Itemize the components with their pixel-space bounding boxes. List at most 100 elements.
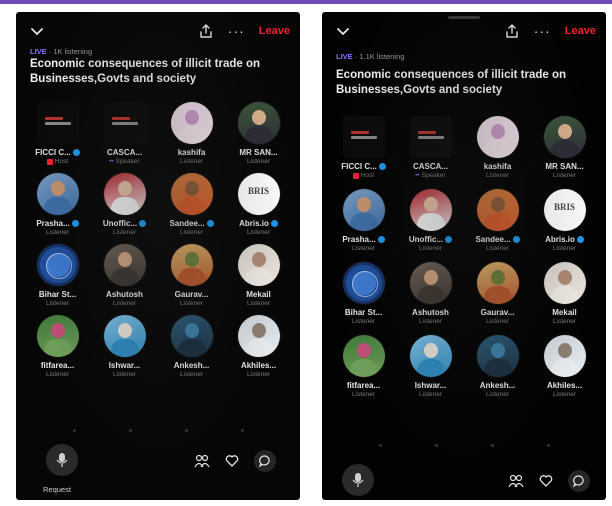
participant-name-row: Sandee...	[475, 235, 520, 244]
heart-icon[interactable]	[538, 473, 554, 489]
mic-icon[interactable]	[46, 444, 78, 476]
avatar	[170, 173, 213, 215]
chat-icon[interactable]	[568, 470, 590, 492]
participant-role: Listener	[179, 158, 204, 165]
chat-icon[interactable]	[254, 450, 276, 472]
participant-card[interactable]: fitfarea... Listener	[330, 335, 397, 398]
participant-card[interactable]: FICCI C... Host	[24, 102, 91, 165]
participant-card[interactable]: Bihar St... Listener	[24, 244, 91, 307]
participant-card[interactable]: Ankesh... Listener	[158, 315, 225, 378]
participant-grid: FICCI C... Host CASCA... •• Speaker kashifa Li…	[330, 116, 600, 398]
participant-card[interactable]: CASCA... •• Speaker	[397, 116, 464, 179]
more-icon[interactable]: ···	[534, 24, 551, 38]
participant-name-row: Mekail	[246, 290, 270, 299]
participant-name-row: Bihar St...	[39, 290, 76, 299]
share-icon[interactable]	[504, 23, 520, 39]
participant-card[interactable]: CASCA... •• Speaker	[91, 102, 158, 165]
avatar	[476, 335, 519, 377]
space-panel-left: ··· Leave LIVE · 1K listening Economic c…	[16, 12, 300, 500]
participant-card[interactable]: kashifa Listener	[464, 116, 531, 179]
participant-name: fitfarea...	[40, 361, 75, 370]
participant-name: Gaurav...	[174, 290, 209, 299]
participant-card[interactable]: Mekail Listener	[225, 244, 292, 307]
participant-name: Mekail	[246, 290, 271, 299]
participant-name-row: Abris.io	[545, 235, 584, 244]
participant-card[interactable]: FICCI C... Host	[330, 116, 397, 179]
avatar	[342, 116, 385, 158]
participant-role: Listener	[485, 318, 510, 325]
participant-role: Listener	[246, 300, 271, 307]
participant-card[interactable]: Unoffic... Listener	[91, 173, 158, 236]
space-header: ··· Leave	[16, 22, 300, 42]
participant-role-row: Listener	[352, 391, 375, 398]
participant-card[interactable]: Ashutosh Listener	[397, 262, 464, 325]
participant-name-row: Unoffic...	[409, 235, 453, 244]
participant-card[interactable]: Bihar St... Listener	[330, 262, 397, 325]
participant-card[interactable]: Gaurav... Listener	[158, 244, 225, 307]
avatar	[476, 262, 519, 304]
chevron-down-icon[interactable]	[28, 22, 46, 40]
participant-name: Abris.io	[545, 235, 575, 244]
participant-name: MR SAN...	[545, 162, 584, 171]
participant-name: kashifa	[483, 162, 512, 171]
verified-badge-icon	[206, 220, 214, 227]
verified-badge-icon	[139, 220, 147, 227]
participant-role: Listener	[552, 391, 577, 398]
participant-card[interactable]: fitfarea... Listener	[24, 315, 91, 378]
participant-card[interactable]: MR SAN... Listener	[531, 116, 598, 179]
participant-card[interactable]: Prasha... Listener	[330, 189, 397, 252]
participant-card[interactable]: Prasha... Listener	[24, 173, 91, 236]
participant-card[interactable]: MR SAN... Listener	[225, 102, 292, 165]
participant-card[interactable]: BRIS Abris.io Listener	[225, 173, 292, 236]
leave-button[interactable]: Leave	[259, 25, 290, 37]
participant-role-row: Listener	[46, 229, 69, 236]
leave-button[interactable]: Leave	[565, 25, 596, 37]
participant-name: Akhiles...	[546, 381, 583, 390]
participant-card[interactable]: Unoffic... Listener	[397, 189, 464, 252]
participant-card[interactable]: Akhiles... Listener	[225, 315, 292, 378]
people-icon[interactable]	[508, 473, 524, 489]
participant-name: Akhiles...	[240, 361, 277, 370]
participant-card[interactable]: Mekail Listener	[531, 262, 598, 325]
participant-role: Speaker	[421, 172, 446, 179]
participant-role: Listener	[351, 318, 376, 325]
people-icon[interactable]	[194, 453, 210, 469]
drag-handle[interactable]	[448, 16, 480, 19]
participant-role: Listener	[45, 229, 70, 236]
participant-name: Sandee...	[475, 235, 511, 244]
mic-icon[interactable]	[342, 464, 374, 496]
participant-card[interactable]: Ashutosh Listener	[91, 244, 158, 307]
request-label: Request	[43, 485, 71, 494]
participant-role-row: Host	[352, 172, 374, 179]
space-title: Economic consequences of illicit trade o…	[336, 69, 567, 96]
participant-card[interactable]: Ishwar... Listener	[397, 335, 464, 398]
participant-card[interactable]: Ankesh... Listener	[464, 335, 531, 398]
participant-role: Listener	[179, 300, 204, 307]
participant-name: Ishwar...	[108, 361, 141, 370]
participant-role: Listener	[485, 172, 510, 179]
avatar	[36, 102, 79, 144]
avatar	[103, 173, 146, 215]
participant-name-row: Mekail	[552, 308, 576, 317]
avatar	[409, 189, 452, 231]
participant-name: Gaurav...	[480, 308, 515, 317]
heart-icon[interactable]	[224, 453, 240, 469]
participant-name: FICCI C...	[35, 148, 71, 157]
participant-name: Ishwar...	[414, 381, 447, 390]
speaker-icon: ••	[415, 172, 420, 179]
participant-card[interactable]: BRIS Abris.io Listener	[531, 189, 598, 252]
participant-card[interactable]: kashifa Listener	[158, 102, 225, 165]
more-icon[interactable]: ···	[228, 24, 245, 38]
participant-role-row: Listener	[553, 391, 576, 398]
participant-card[interactable]: Sandee... Listener	[464, 189, 531, 252]
chevron-down-icon[interactable]	[334, 22, 352, 40]
participant-card[interactable]: Akhiles... Listener	[531, 335, 598, 398]
avatar	[409, 116, 452, 158]
share-icon[interactable]	[198, 23, 214, 39]
participant-role-row: Listener	[247, 371, 270, 378]
participant-role-row: Listener	[247, 229, 270, 236]
participant-role: Listener	[485, 391, 510, 398]
participant-card[interactable]: Gaurav... Listener	[464, 262, 531, 325]
participant-card[interactable]: Sandee... Listener	[158, 173, 225, 236]
participant-card[interactable]: Ishwar... Listener	[91, 315, 158, 378]
